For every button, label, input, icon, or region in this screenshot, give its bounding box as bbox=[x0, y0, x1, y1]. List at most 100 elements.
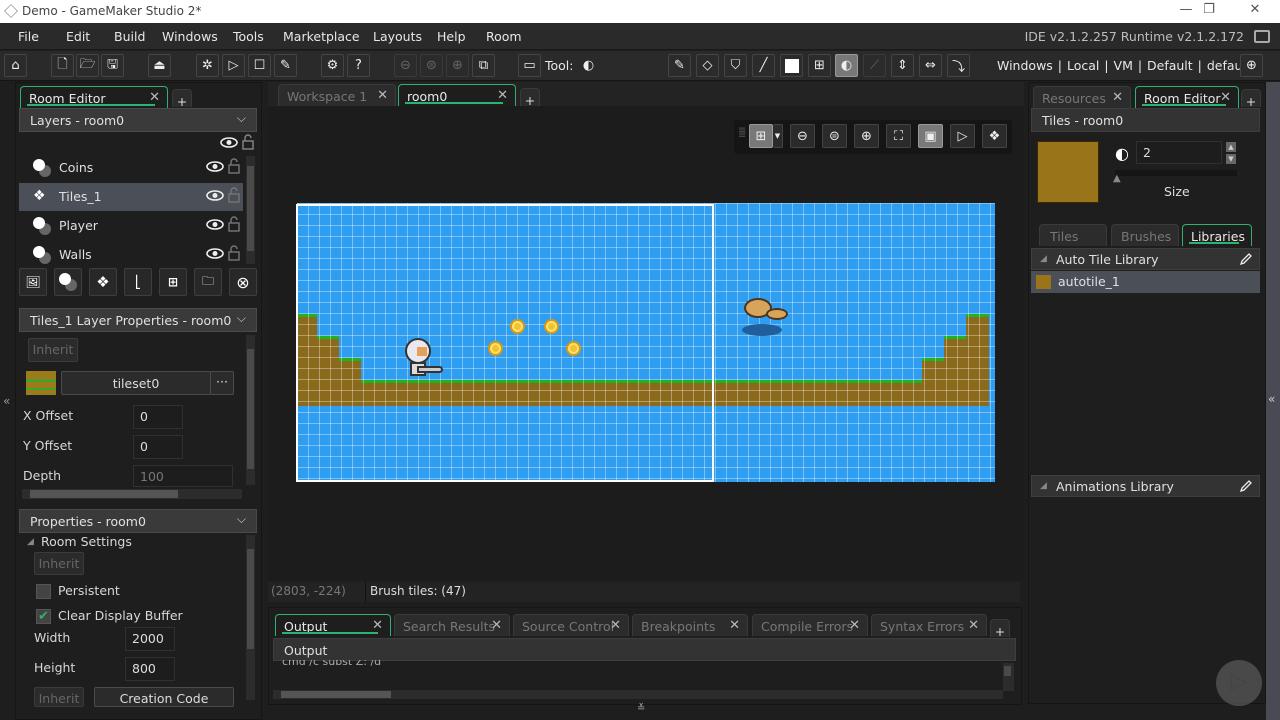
save-button[interactable]: 🖫 bbox=[101, 54, 124, 77]
tab-syntax-errors[interactable]: Syntax Errors ✕ bbox=[871, 614, 987, 636]
menu-file[interactable]: File bbox=[18, 29, 39, 44]
view-button[interactable]: ▣ bbox=[918, 124, 943, 148]
close-icon[interactable]: ✕ bbox=[149, 90, 160, 105]
subtab-brushes[interactable]: Brushes bbox=[1111, 224, 1179, 246]
layers-scrollbar[interactable] bbox=[246, 156, 255, 264]
chat-icon[interactable] bbox=[1254, 30, 1270, 43]
tab-resources[interactable]: Resources ✕ bbox=[1033, 86, 1131, 108]
inherit-code-button[interactable]: Inherit bbox=[34, 687, 84, 707]
tab-breakpoints[interactable]: Breakpoints ✕ bbox=[632, 614, 748, 636]
subtab-tiles[interactable]: Tiles bbox=[1039, 224, 1107, 246]
layer-properties-hscrollbar[interactable] bbox=[22, 489, 242, 499]
room-properties-header[interactable]: Properties - room0 ⌵ bbox=[19, 509, 257, 533]
lock-icon[interactable] bbox=[228, 245, 240, 261]
tab-output[interactable]: Output ✕ bbox=[275, 614, 391, 636]
tileset-selector[interactable]: tileset0 bbox=[61, 371, 211, 395]
tile-swatch[interactable] bbox=[1037, 141, 1099, 203]
autotile-item[interactable]: autotile_1 bbox=[1031, 271, 1260, 293]
target-settings-button[interactable]: ⊕ bbox=[1240, 54, 1263, 77]
collapse-left-dock[interactable]: « bbox=[3, 394, 10, 408]
add-tab-button[interactable]: + bbox=[172, 89, 192, 109]
line-tool[interactable]: ╱ bbox=[752, 54, 775, 77]
pencil-tool[interactable]: ✎ bbox=[668, 54, 691, 77]
add-path-layer-button[interactable]: ⎣ bbox=[124, 268, 152, 296]
clean-button[interactable]: ✎ bbox=[274, 54, 297, 77]
layer-item-player[interactable]: Player bbox=[19, 212, 243, 240]
rotate-tool[interactable]: ⤵ bbox=[947, 54, 970, 77]
room-width-input[interactable]: 2000 bbox=[125, 627, 175, 651]
lock-icon[interactable] bbox=[228, 158, 240, 174]
add-tab-button[interactable]: + bbox=[520, 88, 540, 108]
x-offset-input[interactable]: 0 bbox=[133, 405, 183, 429]
add-folder-button[interactable]: 🗀 bbox=[194, 268, 222, 296]
settings-button[interactable]: ⚙ bbox=[321, 54, 344, 77]
close-icon[interactable]: ✕ bbox=[968, 618, 979, 633]
tab-compile-errors[interactable]: Compile Errors ✕ bbox=[752, 614, 868, 636]
close-icon[interactable]: ✕ bbox=[497, 88, 508, 103]
help-button[interactable]: ? bbox=[347, 54, 370, 77]
new-button[interactable]: 🗋 bbox=[51, 54, 74, 77]
stop-button[interactable]: ☐ bbox=[248, 54, 271, 77]
layer-item-coins[interactable]: Coins bbox=[19, 154, 243, 182]
tab-room-editor[interactable]: Room Editor ✕ bbox=[20, 86, 168, 108]
open-button[interactable]: 🗁 bbox=[76, 54, 99, 77]
zoom-out-button[interactable]: ⊖ bbox=[394, 54, 417, 77]
enemy-sprite[interactable] bbox=[742, 296, 792, 338]
eye-icon[interactable] bbox=[206, 161, 224, 172]
collapse-right-dock-icon[interactable]: « bbox=[1268, 392, 1275, 406]
zoom-reset-button[interactable]: ⊜ bbox=[420, 54, 443, 77]
grid-button[interactable]: ⊞ bbox=[749, 124, 773, 148]
edit-pencil-icon[interactable] bbox=[1239, 252, 1253, 266]
tab-search-results[interactable]: Search Results ✕ bbox=[394, 614, 510, 636]
subtab-libraries[interactable]: Libraries bbox=[1182, 224, 1252, 246]
eraser-tool[interactable]: ◇ bbox=[696, 54, 719, 77]
drag-handle-icon[interactable]: ≡ ≡ bbox=[738, 126, 746, 141]
camera-view-rectangle[interactable] bbox=[296, 204, 714, 482]
export-button[interactable]: ⏏ bbox=[148, 54, 171, 77]
play-overlay-icon[interactable]: ▷ bbox=[1216, 660, 1262, 706]
room-height-input[interactable]: 800 bbox=[125, 657, 175, 681]
add-asset-layer-button[interactable]: ⊞ bbox=[159, 268, 187, 296]
rectangle-tool[interactable] bbox=[780, 54, 803, 77]
autotile-tool[interactable]: ◐ bbox=[835, 54, 858, 77]
menu-help[interactable]: Help bbox=[437, 29, 466, 44]
layer-properties-scrollbar[interactable] bbox=[246, 335, 255, 485]
slider-handle-icon[interactable]: ▲ bbox=[1113, 173, 1121, 184]
animations-library-header[interactable]: ◢ Animations Library bbox=[1031, 475, 1260, 497]
flip-horizontal-tool[interactable]: ⇔ bbox=[919, 54, 942, 77]
menu-windows[interactable]: Windows bbox=[162, 29, 218, 44]
size-decrement-button[interactable]: ▼ bbox=[1226, 154, 1236, 164]
output-hscrollbar[interactable] bbox=[273, 690, 1003, 699]
menu-room[interactable]: Room bbox=[486, 29, 522, 44]
y-offset-input[interactable]: 0 bbox=[133, 435, 183, 459]
close-icon[interactable]: ✕ bbox=[1220, 90, 1231, 105]
depth-input[interactable]: 100 bbox=[133, 465, 233, 487]
run-button[interactable]: ▷ bbox=[222, 54, 245, 77]
close-icon[interactable]: ✕ bbox=[849, 618, 860, 633]
lock-icon[interactable] bbox=[228, 187, 240, 203]
restore-button[interactable]: ❐ bbox=[1186, 2, 1232, 22]
add-background-layer-button[interactable]: 🖼 bbox=[19, 268, 47, 296]
inherit-room-button[interactable]: Inherit bbox=[34, 552, 84, 575]
canvas-zoom-out-button[interactable]: ⊖ bbox=[790, 124, 815, 148]
brush-tool[interactable]: ⟋ bbox=[863, 54, 886, 77]
close-icon[interactable]: ✕ bbox=[372, 618, 383, 633]
target-selector[interactable]: Windows | Local | VM | Default | default bbox=[997, 58, 1251, 73]
play-button[interactable]: ▷ bbox=[950, 124, 975, 148]
layer-item-walls[interactable]: Walls bbox=[19, 241, 243, 265]
monitor-button[interactable]: ▭ bbox=[518, 54, 541, 77]
select-tool[interactable]: ⊞ bbox=[808, 54, 831, 77]
canvas-zoom-in-button[interactable]: ⊕ bbox=[854, 124, 879, 148]
close-icon[interactable]: ✕ bbox=[729, 618, 740, 633]
fill-tool[interactable]: ⛉ bbox=[724, 54, 747, 77]
collapse-triangle-icon[interactable]: ◢ bbox=[27, 537, 34, 547]
eye-icon[interactable] bbox=[206, 248, 224, 259]
layers-button[interactable]: ❖ bbox=[982, 124, 1007, 148]
close-icon[interactable]: ✕ bbox=[1112, 90, 1123, 105]
menu-layouts[interactable]: Layouts bbox=[373, 29, 422, 44]
add-tab-button[interactable]: + bbox=[1241, 89, 1261, 109]
add-tile-layer-button[interactable]: ❖ bbox=[89, 268, 117, 296]
layer-properties-header[interactable]: Tiles_1 Layer Properties - room0 ⌵ bbox=[19, 308, 257, 332]
layers-header[interactable]: Layers - room0 ⌵ bbox=[19, 108, 257, 132]
room-properties-scrollbar[interactable] bbox=[246, 535, 255, 700]
